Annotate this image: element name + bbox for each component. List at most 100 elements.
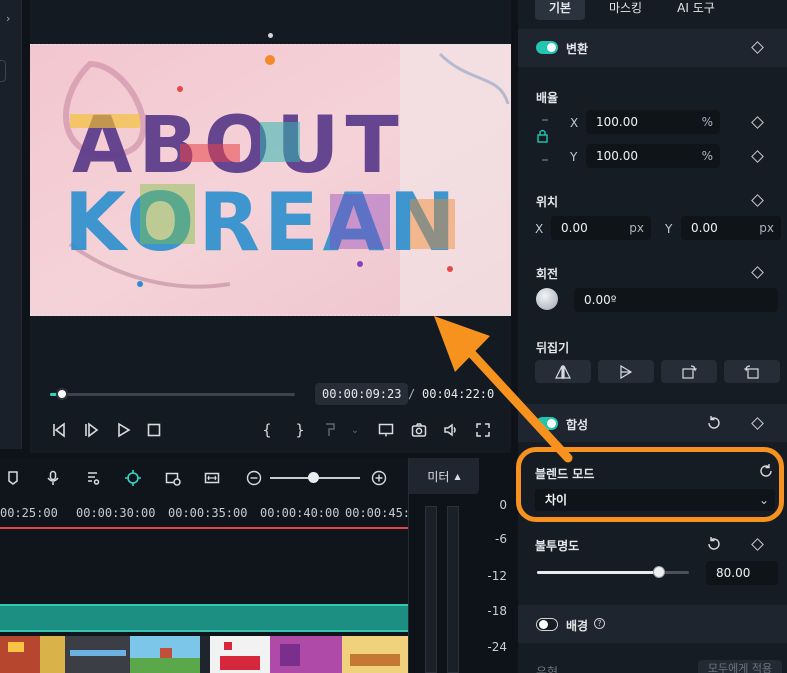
meter-header[interactable]: 미터 ▲ (409, 458, 479, 494)
video-title-line2: KOREAN (64, 176, 460, 269)
collapsed-field (0, 60, 6, 82)
video-preview[interactable]: ABOUT KOREAN (30, 44, 511, 316)
keyframe-diamond-icon[interactable] (751, 266, 764, 279)
link-lock-icon[interactable] (536, 118, 552, 162)
rotation-handle-icon[interactable] (268, 33, 273, 38)
background-toggle[interactable] (536, 618, 558, 631)
play-icon[interactable] (112, 419, 134, 441)
meter-level: -12 (487, 569, 507, 583)
mark-in-icon[interactable]: { (256, 419, 278, 441)
position-x-input[interactable]: 0.00 px (551, 216, 651, 240)
flip-vertical-button[interactable] (598, 360, 654, 383)
playback-controls: { } ⌄ (30, 416, 511, 446)
composite-toggle[interactable] (536, 417, 558, 430)
opacity-input[interactable]: 80.00 (706, 561, 778, 585)
scale-y-input[interactable]: 100.00 % (586, 144, 720, 168)
progress-handle[interactable] (56, 388, 69, 400)
composite-section-header[interactable]: 합성 (518, 404, 787, 442)
transform-section-header[interactable]: 변환 (518, 29, 787, 67)
replace-clip-icon[interactable] (162, 467, 184, 489)
snapshot-camera-icon[interactable] (408, 419, 430, 441)
rotate-left-button[interactable] (724, 360, 780, 383)
current-time[interactable]: 00:00:09:23 (315, 383, 409, 405)
apply-to-all-button[interactable]: 모두에게 적용 (698, 660, 782, 673)
left-panel-edge: › (0, 0, 22, 449)
flip-horizontal-icon (555, 364, 571, 379)
caret-up-icon: ▲ (454, 471, 461, 481)
shield-icon[interactable] (2, 467, 24, 489)
scale-label: 배율 (536, 91, 559, 105)
audio-clip-track[interactable] (0, 604, 408, 632)
opacity-slider[interactable] (537, 566, 689, 578)
chevron-right-icon[interactable]: › (6, 12, 10, 25)
previous-frame-icon[interactable] (48, 419, 70, 441)
meter-level: -18 (487, 604, 507, 618)
keyframe-diamond-icon[interactable] (751, 417, 764, 430)
ruler-label: 00:00:45: (345, 506, 411, 520)
zoom-slider-handle[interactable] (308, 472, 319, 483)
fullscreen-icon[interactable] (472, 419, 494, 441)
scale-y-label: Y (570, 150, 578, 164)
rotate-input[interactable]: 0.00º (574, 288, 778, 312)
meter-level: -6 (495, 532, 507, 546)
display-icon[interactable] (375, 419, 397, 441)
tab-ai-tools[interactable]: AI 도구 (666, 0, 726, 20)
zoom-out-icon[interactable] (243, 467, 265, 489)
keyframe-diamond-icon[interactable] (751, 41, 764, 54)
highlight-callout (516, 447, 784, 522)
rotation-dial-icon[interactable] (536, 288, 558, 310)
opacity-slider-handle[interactable] (652, 566, 665, 578)
keyframe-diamond-icon[interactable] (751, 116, 764, 129)
audio-track-icon[interactable] (82, 467, 104, 489)
position-y-input[interactable]: 0.00 px (681, 216, 781, 240)
rotate-label: 회전 (536, 267, 559, 281)
meter-bar-right (447, 506, 459, 673)
meter-level: 0 (499, 498, 507, 512)
scale-x-input[interactable]: 100.00 % (586, 110, 720, 134)
reset-icon[interactable] (706, 536, 722, 552)
properties-panel: 기본 마스킹 AI 도구 변환 배율 X 100.00 % Y 100.00 %… (518, 0, 787, 673)
playback-progress: 00:00:09:23 / 00:04:22:0 (30, 376, 511, 412)
rotate-left-icon (744, 364, 759, 379)
flip-label: 뒤집기 (536, 341, 570, 355)
meter-level: -24 (487, 640, 507, 654)
background-section-header[interactable]: 배경 ? (518, 605, 787, 643)
property-tabs: 기본 마스킹 AI 도구 (518, 0, 787, 22)
ai-effect-icon[interactable] (122, 467, 144, 489)
timeline-ruler[interactable]: 00:25:00 00:00:30:00 00:00:35:00 00:00:4… (0, 502, 411, 528)
audio-meter: 미터 ▲ 0 -6 -12 -18 -24 (408, 458, 512, 673)
position-x-unit: px (629, 221, 644, 235)
scale-y-unit: % (701, 149, 713, 163)
progress-track[interactable] (50, 388, 295, 400)
keyframe-diamond-icon[interactable] (751, 194, 764, 207)
keyframe-diamond-icon[interactable] (751, 538, 764, 551)
rotate-right-icon (682, 364, 697, 379)
fit-width-icon[interactable] (201, 467, 223, 489)
reset-icon[interactable] (706, 415, 722, 431)
timeline-panel: 00:25:00 00:00:30:00 00:00:35:00 00:00:4… (0, 458, 411, 673)
mark-out-icon[interactable]: } (289, 419, 311, 441)
stop-icon[interactable] (143, 419, 165, 441)
transform-toggle[interactable] (536, 41, 558, 54)
flip-horizontal-button[interactable] (535, 360, 591, 383)
playhead-line (0, 527, 408, 529)
video-clip-track[interactable] (0, 636, 408, 673)
microphone-icon[interactable] (42, 467, 64, 489)
next-frame-icon[interactable] (80, 419, 102, 441)
composite-title: 합성 (566, 418, 589, 432)
keyframe-diamond-icon[interactable] (751, 150, 764, 163)
marker-icon (320, 419, 342, 441)
ruler-label: 00:25:00 (0, 506, 58, 520)
rotate-value: 0.00º (584, 293, 617, 307)
position-label: 위치 (536, 195, 559, 209)
zoom-in-icon[interactable] (368, 467, 390, 489)
help-icon[interactable]: ? (594, 618, 605, 629)
position-x-value: 0.00 (561, 221, 588, 235)
opacity-label: 불투명도 (535, 539, 580, 553)
scale-x-label: X (570, 116, 579, 130)
tab-masking[interactable]: 마스킹 (598, 0, 653, 20)
volume-icon[interactable] (440, 419, 462, 441)
opacity-value: 80.00 (716, 566, 751, 580)
rotate-right-button[interactable] (661, 360, 717, 383)
tab-basic[interactable]: 기본 (535, 0, 585, 20)
